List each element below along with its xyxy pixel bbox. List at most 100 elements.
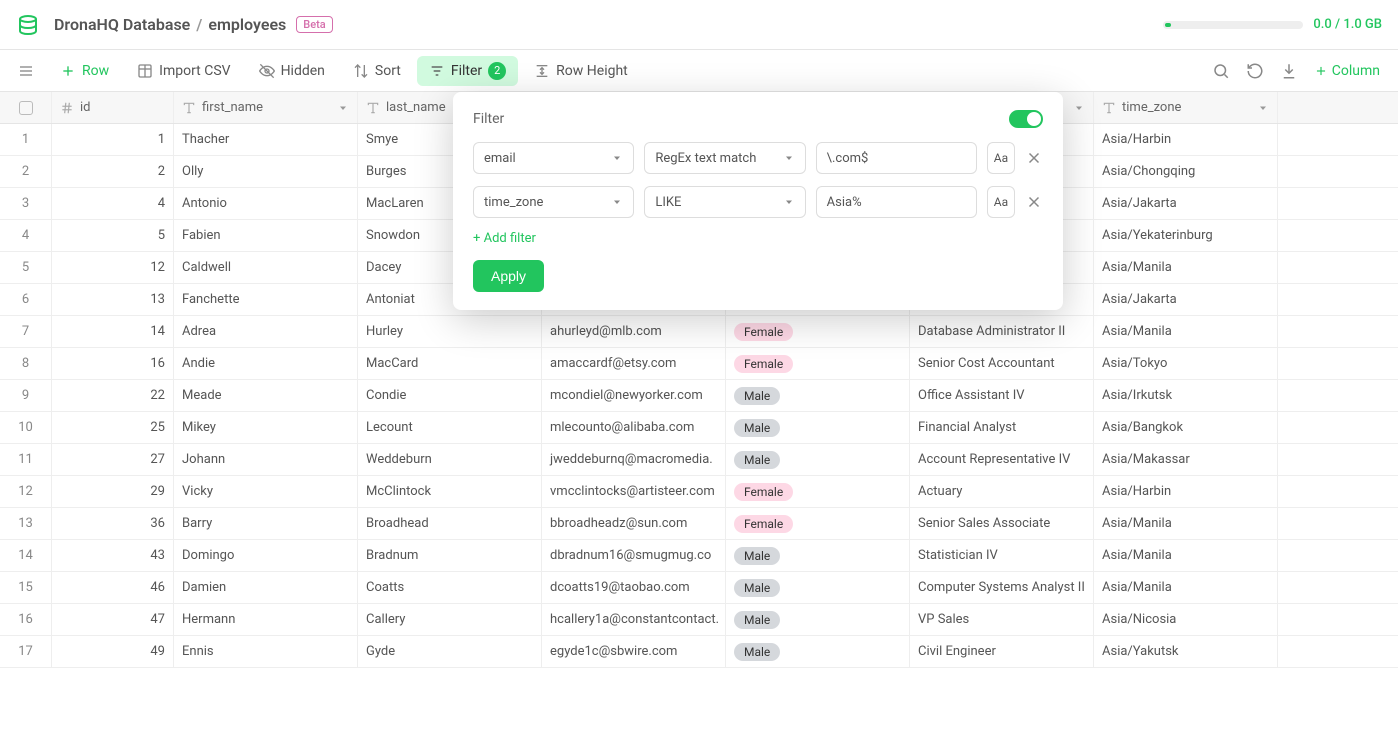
- cell-first-name[interactable]: Fanchette: [174, 284, 358, 315]
- cell-jobtitle[interactable]: Senior Cost Accountant: [910, 348, 1094, 379]
- cell-timezone[interactable]: Asia/Bangkok: [1094, 412, 1278, 443]
- cell-last-name[interactable]: McClintock: [358, 476, 542, 507]
- table-row[interactable]: 1749EnnisGydeegyde1c@sbwire.comMaleCivil…: [0, 636, 1398, 668]
- cell-jobtitle[interactable]: VP Sales: [910, 604, 1094, 635]
- cell-id[interactable]: 43: [52, 540, 174, 571]
- cell-gender[interactable]: Male: [726, 572, 910, 603]
- cell-last-name[interactable]: Hurley: [358, 316, 542, 347]
- filter-operator-select[interactable]: RegEx text match: [644, 142, 805, 174]
- table-row[interactable]: 1546DamienCoattsdcoatts19@taobao.comMale…: [0, 572, 1398, 604]
- cell-id[interactable]: 22: [52, 380, 174, 411]
- cell-gender[interactable]: Male: [726, 412, 910, 443]
- cell-last-name[interactable]: Broadhead: [358, 508, 542, 539]
- cell-timezone[interactable]: Asia/Manila: [1094, 540, 1278, 571]
- breadcrumb-app[interactable]: DronaHQ Database: [54, 15, 190, 34]
- table-row[interactable]: 714AdreaHurleyahurleyd@mlb.comFemaleData…: [0, 316, 1398, 348]
- filter-button[interactable]: Filter 2: [417, 56, 518, 86]
- cell-id[interactable]: 14: [52, 316, 174, 347]
- cell-first-name[interactable]: Adrea: [174, 316, 358, 347]
- cell-timezone[interactable]: Asia/Manila: [1094, 508, 1278, 539]
- select-all-cell[interactable]: [0, 92, 52, 123]
- cell-first-name[interactable]: Antonio: [174, 188, 358, 219]
- cell-gender[interactable]: Male: [726, 540, 910, 571]
- cell-jobtitle[interactable]: Civil Engineer: [910, 636, 1094, 667]
- cell-jobtitle[interactable]: Statistician IV: [910, 540, 1094, 571]
- cell-id[interactable]: 13: [52, 284, 174, 315]
- cell-timezone[interactable]: Asia/Manila: [1094, 252, 1278, 283]
- cell-id[interactable]: 49: [52, 636, 174, 667]
- cell-first-name[interactable]: Andie: [174, 348, 358, 379]
- cell-jobtitle[interactable]: Account Representative IV: [910, 444, 1094, 475]
- cell-email[interactable]: dcoatts19@taobao.com: [542, 572, 726, 603]
- cell-email[interactable]: ahurleyd@mlb.com: [542, 316, 726, 347]
- cell-timezone[interactable]: Asia/Irkutsk: [1094, 380, 1278, 411]
- cell-jobtitle[interactable]: Database Administrator II: [910, 316, 1094, 347]
- cell-last-name[interactable]: Gyde: [358, 636, 542, 667]
- table-row[interactable]: 1025MikeyLecountmlecounto@alibaba.comMal…: [0, 412, 1398, 444]
- cell-last-name[interactable]: Weddeburn: [358, 444, 542, 475]
- column-header-timezone[interactable]: time_zone: [1094, 92, 1278, 123]
- table-row[interactable]: 1127JohannWeddeburnjweddeburnq@macromedi…: [0, 444, 1398, 476]
- cell-timezone[interactable]: Asia/Jakarta: [1094, 284, 1278, 315]
- cell-gender[interactable]: Female: [726, 348, 910, 379]
- cell-jobtitle[interactable]: Financial Analyst: [910, 412, 1094, 443]
- filter-operator-select[interactable]: LIKE: [644, 186, 805, 218]
- sort-button[interactable]: Sort: [341, 57, 413, 85]
- cell-email[interactable]: bbroadheadz@sun.com: [542, 508, 726, 539]
- cell-timezone[interactable]: Asia/Makassar: [1094, 444, 1278, 475]
- cell-gender[interactable]: Male: [726, 636, 910, 667]
- cell-jobtitle[interactable]: Computer Systems Analyst II: [910, 572, 1094, 603]
- cell-first-name[interactable]: Caldwell: [174, 252, 358, 283]
- cell-gender[interactable]: Male: [726, 604, 910, 635]
- cell-jobtitle[interactable]: Senior Sales Associate: [910, 508, 1094, 539]
- cell-gender[interactable]: Male: [726, 444, 910, 475]
- cell-timezone[interactable]: Asia/Harbin: [1094, 124, 1278, 155]
- breadcrumb-table[interactable]: employees: [208, 15, 286, 34]
- add-row-button[interactable]: Row: [48, 57, 121, 85]
- cell-jobtitle[interactable]: Actuary: [910, 476, 1094, 507]
- filter-toggle[interactable]: [1009, 110, 1043, 128]
- cell-last-name[interactable]: Lecount: [358, 412, 542, 443]
- import-csv-button[interactable]: Import CSV: [125, 57, 242, 85]
- table-row[interactable]: 816AndieMacCardamaccardf@etsy.comFemaleS…: [0, 348, 1398, 380]
- download-icon[interactable]: [1280, 62, 1298, 80]
- filter-field-select[interactable]: email: [473, 142, 634, 174]
- cell-email[interactable]: mlecounto@alibaba.com: [542, 412, 726, 443]
- cell-id[interactable]: 46: [52, 572, 174, 603]
- filter-value-input[interactable]: Asia%: [816, 186, 977, 218]
- cell-timezone[interactable]: Asia/Chongqing: [1094, 156, 1278, 187]
- cell-timezone[interactable]: Asia/Yekaterinburg: [1094, 220, 1278, 251]
- cell-first-name[interactable]: Hermann: [174, 604, 358, 635]
- cell-last-name[interactable]: Coatts: [358, 572, 542, 603]
- hidden-columns-button[interactable]: Hidden: [247, 57, 337, 85]
- add-column-button[interactable]: Column: [1314, 63, 1380, 79]
- cell-id[interactable]: 12: [52, 252, 174, 283]
- search-icon[interactable]: [1212, 62, 1230, 80]
- cell-first-name[interactable]: Thacher: [174, 124, 358, 155]
- remove-filter-icon[interactable]: [1025, 193, 1043, 211]
- cell-last-name[interactable]: Condie: [358, 380, 542, 411]
- table-row[interactable]: 1647HermannCalleryhcallery1a@constantcon…: [0, 604, 1398, 636]
- cell-id[interactable]: 25: [52, 412, 174, 443]
- menu-button[interactable]: [8, 57, 44, 85]
- cell-id[interactable]: 1: [52, 124, 174, 155]
- cell-jobtitle[interactable]: Office Assistant IV: [910, 380, 1094, 411]
- cell-gender[interactable]: Male: [726, 380, 910, 411]
- cell-timezone[interactable]: Asia/Manila: [1094, 316, 1278, 347]
- cell-gender[interactable]: Female: [726, 508, 910, 539]
- cell-first-name[interactable]: Johann: [174, 444, 358, 475]
- cell-email[interactable]: vmcclintocks@artisteer.com: [542, 476, 726, 507]
- cell-first-name[interactable]: Fabien: [174, 220, 358, 251]
- cell-first-name[interactable]: Meade: [174, 380, 358, 411]
- cell-id[interactable]: 5: [52, 220, 174, 251]
- cell-email[interactable]: jweddeburnq@macromedia.: [542, 444, 726, 475]
- row-height-button[interactable]: Row Height: [522, 57, 640, 85]
- table-row[interactable]: 1229VickyMcClintockvmcclintocks@artistee…: [0, 476, 1398, 508]
- cell-id[interactable]: 47: [52, 604, 174, 635]
- cell-timezone[interactable]: Asia/Nicosia: [1094, 604, 1278, 635]
- cell-gender[interactable]: Female: [726, 316, 910, 347]
- cell-last-name[interactable]: MacCard: [358, 348, 542, 379]
- cell-email[interactable]: dbradnum16@smugmug.co: [542, 540, 726, 571]
- column-header-first-name[interactable]: first_name: [174, 92, 358, 123]
- cell-email[interactable]: hcallery1a@constantcontact.: [542, 604, 726, 635]
